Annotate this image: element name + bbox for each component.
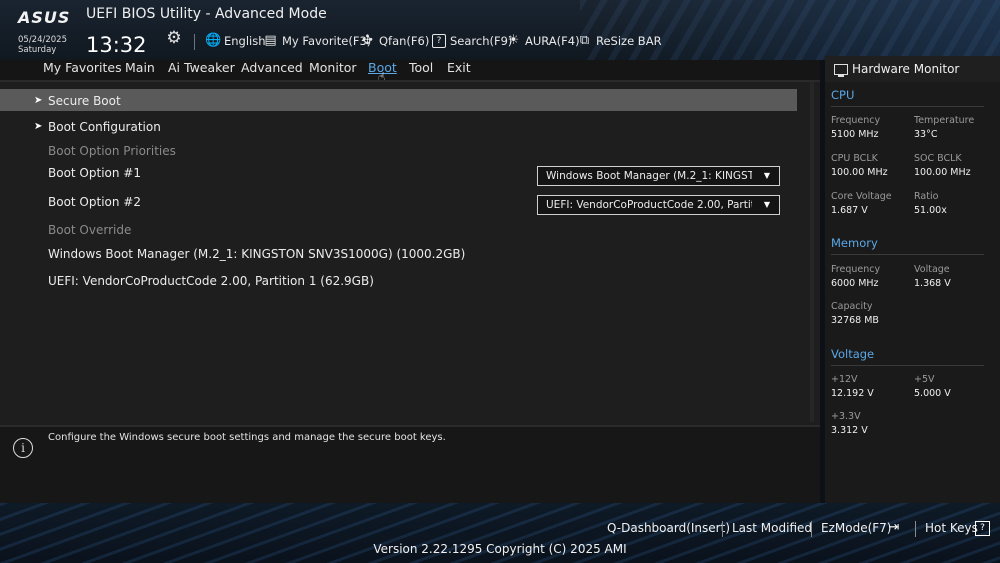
memory-divider [831, 254, 984, 255]
memory-section-title: Memory [831, 236, 878, 250]
settings-gear-icon[interactable]: ⚙ [165, 29, 183, 47]
boot-option-1-select[interactable]: Windows Boot Manager (M.2_1: KINGSTON SN… [537, 166, 780, 186]
tab-main[interactable]: Main [125, 60, 155, 75]
my-favorite-label: My Favorite(F3) [282, 34, 372, 48]
memory-frequency-value: 6000 MHz [831, 278, 879, 289]
ratio-value: 51.00x [914, 205, 947, 216]
v12-label: +12V [831, 374, 858, 385]
cpu-temperature-label: Temperature [914, 115, 975, 126]
globe-icon: 🌐 [205, 33, 222, 48]
memory-capacity-value: 32768 MB [831, 315, 879, 326]
core-voltage-label: Core Voltage [831, 191, 892, 202]
v33-label: +3.3V [831, 411, 861, 422]
v12-value: 12.192 V [831, 388, 874, 399]
resize-bar-label: ReSize BAR [596, 34, 662, 48]
footer-divider [811, 521, 812, 537]
boot-override-header: Boot Override [48, 223, 132, 237]
memory-frequency-label: Frequency [831, 264, 881, 275]
tab-my-favorites[interactable]: My Favorites [43, 60, 122, 75]
search-button[interactable]: ? Search(F9) [432, 33, 512, 49]
search-label: Search(F9) [450, 34, 513, 48]
cpu-bclk-label: CPU BCLK [831, 153, 878, 164]
language-button[interactable]: 🌐 English [205, 33, 266, 49]
aura-icon: ☀ [507, 33, 520, 48]
resize-bar-icon: ⧉ [579, 33, 590, 48]
soc-bclk-label: SOC BCLK [914, 153, 962, 164]
memory-voltage-label: Voltage [914, 264, 950, 275]
memory-voltage-value: 1.368 V [914, 278, 951, 289]
help-text: Configure the Windows secure boot settin… [48, 432, 446, 443]
favorite-icon: ▤ [264, 33, 277, 48]
cpu-frequency-value: 5100 MHz [831, 129, 879, 140]
resize-bar-button[interactable]: ⧉ ReSize BAR [577, 33, 662, 49]
monitor-icon [834, 64, 848, 77]
v5-label: +5V [914, 374, 935, 385]
hot-keys-button[interactable]: Hot Keys [925, 521, 978, 535]
aura-label: AURA(F4) [525, 34, 580, 48]
header-decoration [580, 0, 1000, 60]
core-voltage-value: 1.687 V [831, 205, 868, 216]
boot-option-1-value: Windows Boot Manager (M.2_1: KINGSTON SN… [546, 170, 752, 182]
cpu-bclk-value: 100.00 MHz [831, 167, 888, 178]
soc-bclk-value: 100.00 MHz [914, 167, 971, 178]
qfan-label: Qfan(F6) [379, 34, 430, 48]
hot-keys-help-icon[interactable]: ? [975, 521, 990, 536]
search-icon: ? [432, 34, 446, 48]
memory-capacity-label: Capacity [831, 301, 873, 312]
boot-override-item[interactable]: UEFI: VendorCoProductCode 2.00, Partitio… [48, 274, 374, 288]
secure-boot-arrow-icon: ➤ [34, 95, 43, 106]
app-title: UEFI BIOS Utility - Advanced Mode [86, 6, 327, 22]
chevron-down-icon: ▼ [763, 171, 770, 180]
weekday-text: Saturday [18, 45, 57, 55]
q-dashboard-button[interactable]: Q-Dashboard(Insert) [607, 521, 730, 535]
boot-option-2-select[interactable]: UEFI: VendorCoProductCode 2.00, Partitio… [537, 195, 780, 215]
tab-advanced[interactable]: Advanced [241, 60, 303, 75]
secure-boot-label[interactable]: Secure Boot [48, 94, 121, 108]
date-display: 05/24/2025 Saturday [18, 35, 67, 55]
footer-divider [915, 521, 916, 537]
cpu-section-title: CPU [831, 88, 855, 102]
hardware-monitor-title: Hardware Monitor [852, 62, 960, 76]
tab-exit[interactable]: Exit [447, 60, 471, 75]
info-icon: i [13, 438, 33, 458]
boot-option-1-label: Boot Option #1 [48, 166, 141, 180]
v5-value: 5.000 V [914, 388, 951, 399]
asus-logo: ASUS [18, 8, 71, 27]
v33-value: 3.312 V [831, 425, 868, 436]
cpu-divider [831, 106, 984, 107]
cpu-temperature-value: 33°C [914, 129, 938, 140]
qfan-button[interactable]: ✣ Qfan(F6) [360, 33, 429, 49]
tab-tool[interactable]: Tool [409, 60, 433, 75]
version-text: Version 2.22.1295 Copyright (C) 2025 AMI [373, 542, 627, 556]
boot-config-arrow-icon: ➤ [34, 121, 43, 132]
cpu-frequency-label: Frequency [831, 115, 881, 126]
boot-option-priorities-header: Boot Option Priorities [48, 144, 176, 158]
time-display: 13:32 [86, 33, 147, 57]
aura-button[interactable]: ☀ AURA(F4) [506, 33, 580, 49]
exit-to-ezmode-icon[interactable]: ⇥ [886, 521, 902, 535]
voltage-section-title: Voltage [831, 347, 875, 361]
last-modified-button[interactable]: Last Modified [732, 521, 812, 535]
footer-divider [722, 521, 723, 537]
tab-monitor[interactable]: Monitor [309, 60, 357, 75]
my-favorite-button[interactable]: ▤ My Favorite(F3) [263, 33, 371, 49]
scrollbar[interactable] [810, 82, 814, 422]
boot-configuration-item[interactable]: Boot Configuration [48, 120, 161, 134]
header-divider [194, 34, 195, 50]
fan-icon: ✣ [362, 33, 373, 48]
ezmode-button[interactable]: EzMode(F7) [821, 521, 891, 535]
ratio-label: Ratio [914, 191, 939, 202]
boot-option-2-label: Boot Option #2 [48, 195, 141, 209]
boot-option-2-value: UEFI: VendorCoProductCode 2.00, Partitio… [546, 199, 752, 211]
voltage-divider [831, 365, 984, 366]
date-text: 05/24/2025 [18, 35, 67, 45]
chevron-down-icon: ▼ [763, 200, 770, 209]
tab-ai-tweaker[interactable]: Ai Tweaker [168, 60, 235, 75]
language-label: English [224, 34, 266, 48]
boot-override-item[interactable]: Windows Boot Manager (M.2_1: KINGSTON SN… [48, 247, 465, 261]
